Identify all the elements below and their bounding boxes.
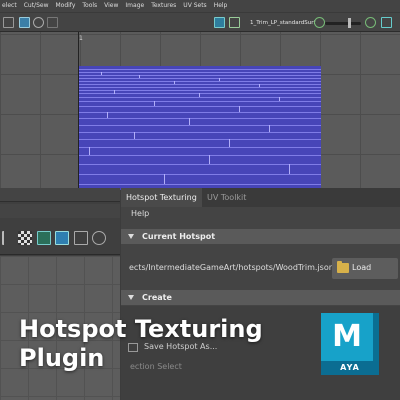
collapse-arrow-icon[interactable] (128, 234, 134, 239)
create-header[interactable]: Create (121, 290, 400, 305)
menu-select[interactable]: elect (2, 0, 17, 12)
uv-shell-edge (79, 75, 321, 76)
uv-shell-edge (79, 132, 321, 133)
uv-shell-cut (199, 93, 200, 97)
uv-shell-cut (101, 72, 102, 75)
uv-shell-edge (79, 106, 321, 107)
uv-shell-cut (279, 97, 280, 101)
uv-tick-label: 1 (79, 35, 83, 42)
menu-view[interactable]: View (104, 0, 118, 12)
uv-toolbar: 1_Trim_LP_standardSurf (0, 12, 400, 32)
uv-shell-cut (259, 84, 260, 87)
uv-shell-edge (79, 97, 321, 98)
menu-help[interactable]: Help (214, 0, 228, 12)
filter-icon[interactable] (47, 17, 58, 28)
uv-shell-edge (79, 184, 321, 185)
uv-shell-cut (209, 155, 210, 164)
isolate-icon[interactable] (3, 17, 14, 28)
uv-shell-edge (79, 90, 321, 91)
distort-icon[interactable] (92, 231, 106, 245)
uv-shell-cut (154, 101, 155, 106)
uv-shell-edge (79, 112, 321, 113)
uv-shell-cut (89, 147, 90, 155)
folder-icon (337, 261, 349, 273)
exposure-slider[interactable] (325, 22, 361, 25)
pin-icon[interactable] (2, 231, 16, 245)
promo-title: Hotspot Texturing Plugin (19, 315, 263, 373)
uv-shell-cut (239, 106, 240, 112)
create-label: Create (142, 293, 172, 302)
maya-logo-letter: M (332, 319, 362, 354)
uv-shell-edge (79, 139, 321, 140)
maya-logo-text: AYA (340, 363, 360, 372)
promo-title-line2: Plugin (19, 344, 105, 372)
menu-tools[interactable]: Tools (82, 0, 97, 12)
divider (0, 254, 120, 255)
uv-shell-edge (79, 84, 321, 85)
display-image-icon[interactable] (214, 17, 225, 28)
refresh-icon[interactable] (314, 17, 325, 28)
uv-shell-cut (139, 75, 140, 78)
uv-shell-cut (174, 81, 175, 84)
uv-shell-cut (219, 78, 220, 81)
menu-image[interactable]: Image (125, 0, 144, 12)
grid-checker-icon[interactable] (18, 231, 32, 245)
uv-shell-edge (79, 164, 321, 165)
uv-shell-edge (79, 69, 321, 70)
tab-hotspot-texturing[interactable]: Hotspot Texturing (121, 188, 202, 207)
select-tool-icon[interactable] (55, 231, 69, 245)
uv-shell-edge (79, 81, 321, 82)
help-menu[interactable]: Help (131, 209, 149, 218)
uv-shell-cut (107, 112, 108, 118)
uv-set-label[interactable]: 1_Trim_LP_standardSurf (250, 18, 315, 28)
maya-logo-side (373, 313, 379, 361)
uv-trim-tile[interactable] (79, 66, 321, 190)
uv-shell-edge (79, 87, 321, 88)
help-menu-row (121, 207, 400, 222)
menu-modify[interactable]: Modify (55, 0, 75, 12)
uv-shell-edge (79, 174, 321, 175)
gamma-icon[interactable] (365, 17, 376, 28)
uv-shell-cut (164, 174, 165, 184)
menu-uv-sets[interactable]: UV Sets (183, 0, 206, 12)
frame-icon[interactable] (74, 231, 88, 245)
collapse-arrow-icon[interactable] (128, 295, 134, 300)
panel-tabs: Hotspot Texturing UV Toolkit (121, 188, 400, 207)
uv-shell-cut (289, 164, 290, 174)
current-hotspot-label: Current Hotspot (142, 232, 216, 241)
uv-shell-edge (79, 72, 321, 73)
uv-shell-cut (114, 90, 115, 94)
uv-shell-cut (189, 118, 190, 125)
uv-set-icon[interactable] (229, 17, 240, 28)
view-transform-icon[interactable] (381, 17, 392, 28)
left-panel-header (0, 188, 120, 202)
tab-uv-toolkit[interactable]: UV Toolkit (202, 188, 251, 207)
load-button-label: Load (352, 263, 372, 272)
uv-shell-cut (229, 139, 230, 147)
checker-icon[interactable] (33, 17, 44, 28)
uv-shell-edge (79, 93, 321, 94)
slider-handle[interactable] (348, 18, 351, 28)
hotspot-path-field[interactable]: ects/IntermediateGameArt/hotspots/WoodTr… (129, 263, 334, 272)
uv-shell-cut (134, 132, 135, 139)
left-panel-subheader (0, 204, 120, 218)
uv-shell-edge (79, 78, 321, 79)
uv-shell-edge (79, 147, 321, 148)
uv-shell-cut (269, 125, 270, 132)
uv-shell-edge (79, 101, 321, 102)
promo-title-line1: Hotspot Texturing (19, 315, 263, 343)
grid-toggle-icon[interactable] (19, 17, 30, 28)
uv-shell-edge (79, 125, 321, 126)
menu-textures[interactable]: Textures (151, 0, 176, 12)
uv-shell-edge (79, 118, 321, 119)
menu-cut-sew[interactable]: Cut/Sew (24, 0, 49, 12)
image-icon[interactable] (37, 231, 51, 245)
uv-shell-edge (79, 155, 321, 156)
current-hotspot-header[interactable]: Current Hotspot (121, 229, 400, 244)
menu-bar: elect Cut/Sew Modify Tools View Image Te… (0, 0, 400, 12)
